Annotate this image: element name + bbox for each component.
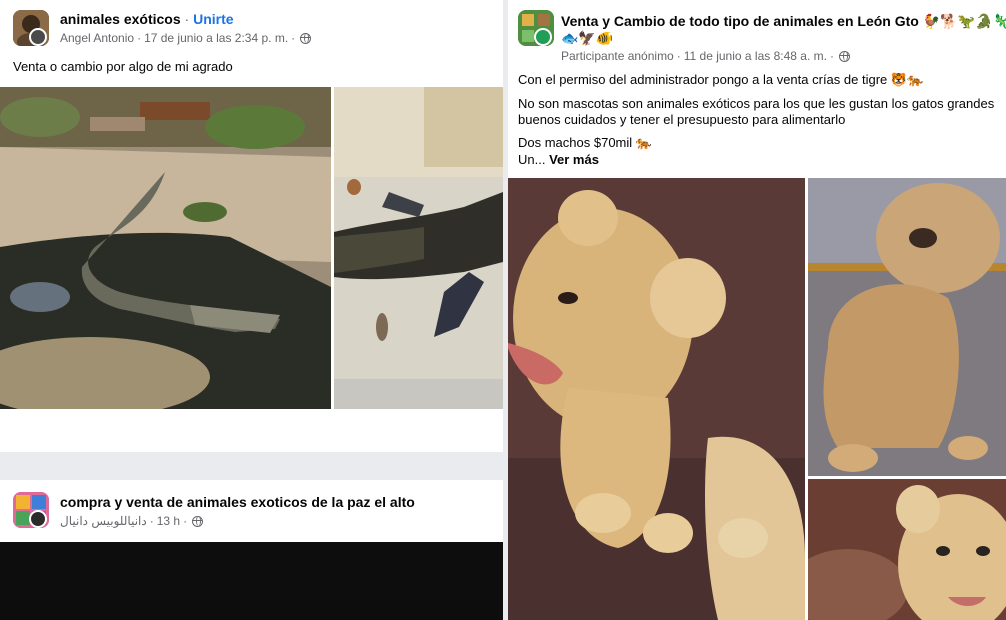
post-text-line-1: Con el permiso del administrador pongo a… [518, 72, 924, 87]
post-text-line-4: Dos machos $70mil 🐅 [518, 135, 652, 150]
post-text-line-2: No son mascotas son animales exóticos pa… [518, 96, 995, 111]
group-name-link[interactable]: animales exóticos [60, 11, 181, 27]
anonymous-participant-avatar[interactable] [534, 28, 552, 46]
see-more-link[interactable]: Ver más [549, 152, 599, 167]
author-name-link[interactable]: Angel Antonio [60, 31, 134, 45]
post-card-animales-exoticos: animales exóticos · Unirte Angel Antonio… [0, 0, 503, 452]
globe-icon[interactable] [838, 50, 850, 62]
globe-icon[interactable] [300, 32, 312, 44]
post-text: Venta o cambio por algo de mi agrado [13, 59, 233, 74]
post-header-title: Venta y Cambio de todo tipo de animales … [561, 13, 1006, 30]
group-name-link[interactable]: Venta y Cambio de todo tipo de animales … [561, 13, 919, 29]
meta-dot: · [149, 514, 154, 528]
author-name-link[interactable]: Participante anónimo [561, 49, 674, 63]
post-text-truncated: Un... Ver más [518, 152, 599, 167]
meta-dot: · [291, 31, 296, 45]
crocodile-on-floor-photo[interactable] [334, 87, 503, 409]
post-text-line-3: buenos cuidados y tener el presupuesto p… [518, 112, 846, 127]
lion-cub-sitting-photo[interactable] [808, 178, 1006, 476]
post-meta: Angel Antonio · 17 de junio a las 2:34 p… [60, 31, 312, 45]
author-avatar[interactable] [29, 28, 47, 46]
join-group-link[interactable]: Unirte [193, 11, 233, 27]
post-timestamp-link[interactable]: 17 de junio a las 2:34 p. m. [144, 31, 288, 45]
group-name-link[interactable]: compra y venta de animales exoticos de l… [60, 494, 415, 510]
group-name-emojis-line2: 🐟🦅🐠 [561, 30, 614, 46]
post-video-preview[interactable] [0, 542, 503, 620]
post-card-leon-gto: Venta y Cambio de todo tipo de animales … [508, 0, 1006, 620]
post-meta: Participante anónimo · 11 de junio a las… [561, 49, 850, 63]
globe-icon[interactable] [192, 515, 204, 527]
post-meta: دانياللوبيس دانيال · 13 h · [60, 514, 204, 528]
author-avatar[interactable] [29, 510, 47, 528]
lion-cub-face-photo[interactable] [808, 479, 1006, 620]
post-timestamp-link[interactable]: 11 de junio a las 8:48 a. m. [684, 49, 827, 63]
group-name-emojis: 🐓🐕🦖🐊🦎 [922, 13, 1006, 29]
lion-cub-roaring-photo[interactable] [508, 178, 805, 620]
meta-dot: · [676, 49, 681, 63]
post-card-paz-el-alto: compra y venta de animales exoticos de l… [0, 480, 503, 620]
title-separator: · [180, 11, 194, 27]
post-header-title: animales exóticos · Unirte [60, 11, 234, 27]
meta-dot: · [183, 514, 188, 528]
author-name-link[interactable]: دانياللوبيس دانيال [60, 514, 147, 528]
truncated-prefix: Un... [518, 152, 550, 167]
crocodile-in-pond-photo[interactable] [0, 87, 331, 409]
meta-dot: · [829, 49, 834, 63]
meta-dot: · [137, 31, 142, 45]
post-timestamp-link[interactable]: 13 h [157, 514, 180, 528]
